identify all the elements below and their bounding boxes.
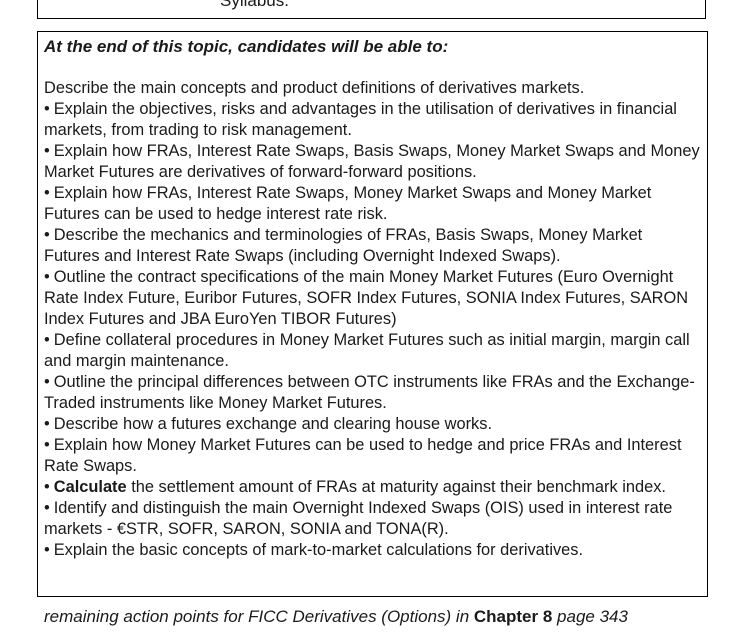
objective-item: • Explain how FRAs, Interest Rate Swaps, … xyxy=(44,183,701,225)
previous-section-box: Syllabus. xyxy=(37,0,706,19)
objective-text: Identify and distinguish the main Overni… xyxy=(44,499,673,538)
objective-text: the settlement amount of FRAs at maturit… xyxy=(126,478,666,496)
objectives-intro: Describe the main concepts and product d… xyxy=(44,79,585,97)
learning-objectives-box: At the end of this topic, candidates wil… xyxy=(37,31,708,597)
bullet-icon: • xyxy=(44,226,50,244)
objective-text: Outline the principal differences betwee… xyxy=(44,373,695,412)
objective-text: Define collateral procedures in Money Ma… xyxy=(44,331,690,370)
objectives-list: Describe the main concepts and product d… xyxy=(44,78,701,561)
note-text-after: page 343 xyxy=(552,607,628,626)
objective-item: • Explain the objectives, risks and advan… xyxy=(44,99,701,141)
note-text-before: remaining action points for FICC Derivat… xyxy=(44,607,474,626)
bullet-icon: • xyxy=(44,268,50,286)
heading-spacer xyxy=(44,57,701,78)
bullet-icon: • xyxy=(44,436,50,454)
objective-text: Describe the mechanics and terminologies… xyxy=(44,226,643,265)
objective-text: Explain how Money Market Futures can be … xyxy=(44,436,682,475)
objective-item: • Calculate the settlement amount of FRAs… xyxy=(44,477,701,498)
bullet-icon: • xyxy=(44,499,50,517)
objective-emphasis: Calculate xyxy=(53,478,127,496)
chapter-reference-note: remaining action points for FICC Derivat… xyxy=(44,606,628,628)
bullet-icon: • xyxy=(44,415,50,433)
objective-text: Explain how FRAs, Interest Rate Swaps, B… xyxy=(44,142,700,181)
objective-item: • Define collateral procedures in Money M… xyxy=(44,330,701,372)
objective-item: • Describe how a futures exchange and cle… xyxy=(44,414,701,435)
objective-text: Describe how a futures exchange and clea… xyxy=(53,415,492,433)
objectives-heading: At the end of this topic, candidates wil… xyxy=(44,37,449,56)
objective-text: Explain how FRAs, Interest Rate Swaps, M… xyxy=(44,184,652,223)
objective-text: Outline the contract specifications of t… xyxy=(44,268,689,328)
bullet-icon: • xyxy=(44,541,50,559)
objective-item: • Outline the contract specifications of … xyxy=(44,267,701,330)
objective-item: • Explain the basic concepts of mark-to-m… xyxy=(44,540,701,561)
objective-item: • Explain how FRAs, Interest Rate Swaps, … xyxy=(44,141,701,183)
objective-item: • Describe the mechanics and terminologie… xyxy=(44,225,701,267)
bullet-icon: • xyxy=(44,373,50,391)
bullet-icon: • xyxy=(44,142,50,160)
objective-item: • Explain how Money Market Futures can be… xyxy=(44,435,701,477)
chapter-label: Chapter 8 xyxy=(473,607,553,626)
objective-text: Explain the objectives, risks and advant… xyxy=(44,100,677,139)
objective-text: Explain the basic concepts of mark-to-ma… xyxy=(53,541,584,559)
objective-item: • Outline the principal differences betwe… xyxy=(44,372,701,414)
bullet-icon: • xyxy=(44,184,50,202)
previous-section-fragment: Syllabus. xyxy=(220,0,289,10)
bullet-icon: • xyxy=(44,331,50,349)
bullet-icon: • xyxy=(44,478,50,496)
objective-item: • Identify and distinguish the main Overn… xyxy=(44,498,701,540)
bullet-icon: • xyxy=(44,100,50,118)
